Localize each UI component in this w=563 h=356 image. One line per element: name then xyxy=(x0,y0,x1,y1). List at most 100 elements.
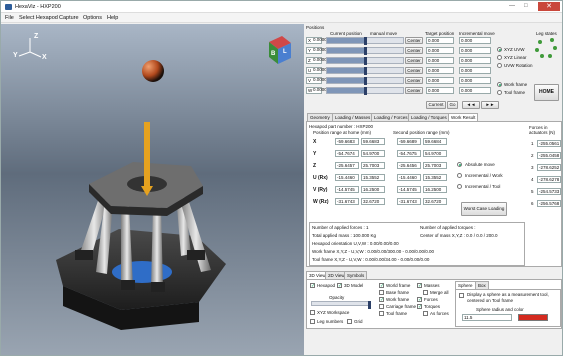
view-checkbox[interactable]: ✓ xyxy=(417,304,422,310)
tab-work-result[interactable]: Work Result xyxy=(448,113,479,121)
incremental-tool-label: Incremental / Tool xyxy=(465,184,501,189)
center-button[interactable]: Center xyxy=(405,57,423,64)
forces-title: Forces in actuators (N) xyxy=(529,125,556,135)
range2-min: -15.4460 xyxy=(397,174,421,181)
manual-move-slider[interactable] xyxy=(326,37,404,45)
sphere-color-swatch[interactable] xyxy=(518,314,548,321)
target-input[interactable]: 0.000 xyxy=(426,67,454,74)
manual-move-slider[interactable] xyxy=(326,67,404,75)
work-frame-radio[interactable] xyxy=(497,82,502,87)
view-checkbox[interactable]: ✓ xyxy=(417,297,422,303)
display-sphere-checkbox[interactable] xyxy=(459,293,464,298)
center-button[interactable]: Center xyxy=(405,37,423,44)
manual-move-slider[interactable] xyxy=(326,87,404,95)
view-checkbox[interactable] xyxy=(379,304,384,309)
total-mass: Total applied mass : 100.000 Kg xyxy=(312,233,377,238)
second-range-title: Second position range (mm) xyxy=(393,130,450,135)
view-checkbox[interactable]: ✓ xyxy=(310,283,315,289)
incremental-input[interactable]: 0.000 xyxy=(459,77,491,84)
view-checkbox[interactable] xyxy=(310,319,315,324)
app-window: HexaViz - HXP200 — □ ✕ File Select Hexap… xyxy=(0,0,563,356)
mode-uvw-rotation-radio[interactable] xyxy=(497,63,502,68)
current-value: 0.0000 xyxy=(313,77,327,82)
view-checkbox[interactable] xyxy=(347,319,352,324)
tab-geometry[interactable]: Geometry xyxy=(307,113,333,121)
cube-label-b: B xyxy=(271,51,276,57)
incremental-work-radio[interactable] xyxy=(457,173,462,178)
incremental-input[interactable]: 0.000 xyxy=(459,87,491,94)
incremental-input[interactable]: 0.000 xyxy=(459,67,491,74)
step-back-button[interactable]: ◄◄ xyxy=(462,101,480,109)
maximize-button[interactable]: □ xyxy=(524,3,528,10)
mode-xyz-linear-radio[interactable] xyxy=(497,55,502,60)
view-checkbox[interactable] xyxy=(423,290,428,295)
go-button[interactable]: Go xyxy=(447,101,458,109)
work-frame-values: Work frame X,Y,Z - U,V,W : 0.00/0.00/300… xyxy=(312,249,434,254)
menu-options[interactable]: Options xyxy=(83,15,102,21)
target-input[interactable]: 0.000 xyxy=(426,87,454,94)
mode-xyzuvw-radio[interactable] xyxy=(497,47,502,52)
force-index: 5 xyxy=(531,189,534,194)
axis-z-label: Z xyxy=(34,33,39,40)
incremental-input[interactable]: 0.000 xyxy=(459,37,491,44)
menu-file[interactable]: File xyxy=(5,15,14,21)
orientation-cube-icon[interactable] xyxy=(269,36,291,64)
center-button[interactable]: Center xyxy=(405,67,423,74)
close-button[interactable]: ✕ xyxy=(538,2,560,11)
minimize-button[interactable]: — xyxy=(509,3,515,10)
force-value: -255.0561 xyxy=(537,140,561,147)
target-input[interactable]: 0.000 xyxy=(426,37,454,44)
worst-case-loading-button[interactable]: Worst Case Loading xyxy=(461,202,507,216)
menu-capture[interactable]: Capture xyxy=(59,15,79,21)
absolute-move-radio[interactable] xyxy=(457,162,462,167)
tab-box[interactable]: Box xyxy=(475,281,489,289)
manual-move-slider[interactable] xyxy=(326,77,404,85)
view-checkbox[interactable]: ✓ xyxy=(337,283,342,289)
tab-loading-masses[interactable]: Loading / Masses xyxy=(332,113,374,121)
tool-frame-radio[interactable] xyxy=(497,90,502,95)
view-checkbox[interactable] xyxy=(379,290,384,295)
tool-frame-label: Tool frame xyxy=(504,90,526,95)
range-max: 59.6683 xyxy=(361,138,385,145)
force-value: -256.5768 xyxy=(537,200,561,207)
incremental-input[interactable]: 0.000 xyxy=(459,47,491,54)
current-value: 0.0000 xyxy=(313,67,327,72)
menu-help[interactable]: Help xyxy=(107,15,118,21)
home-button[interactable]: HOME xyxy=(534,84,559,101)
opacity-label: Opacity xyxy=(329,295,345,300)
view-checkbox[interactable]: ✓ xyxy=(379,283,384,289)
target-input[interactable]: 0.000 xyxy=(426,77,454,84)
incremental-move-header: Incremental move xyxy=(459,31,495,36)
view-checkbox[interactable]: ✓ xyxy=(379,297,384,303)
center-button[interactable]: Center xyxy=(405,47,423,54)
tab-symbols[interactable]: Symbols xyxy=(344,271,368,279)
view-checkbox[interactable] xyxy=(423,311,428,316)
tab-sphere[interactable]: Sphere xyxy=(455,281,476,289)
sphere-radius-input[interactable]: 11.5 xyxy=(462,314,512,321)
manual-move-slider[interactable] xyxy=(326,57,404,65)
mode-xyz-linear-label: XYZ Linear xyxy=(504,55,527,60)
menu-select-hexapod[interactable]: Select Hexapod xyxy=(19,15,58,21)
incremental-input[interactable]: 0.000 xyxy=(459,57,491,64)
manual-move-slider[interactable] xyxy=(326,47,404,55)
display-sphere-label: Display a sphere as a measurement tool, … xyxy=(467,292,549,303)
target-input[interactable]: 0.000 xyxy=(426,57,454,64)
range-min: -25.6457 xyxy=(335,162,359,169)
range-min: -31.6743 xyxy=(335,198,359,205)
target-input[interactable]: 0.000 xyxy=(426,47,454,54)
center-button[interactable]: Center xyxy=(405,87,423,94)
3d-viewport[interactable]: Z Y X B L xyxy=(1,24,304,355)
step-forward-button[interactable]: ►► xyxy=(481,101,499,109)
current-value: 0.0000 xyxy=(313,87,327,92)
view-checkbox[interactable] xyxy=(379,311,384,316)
tab-loading-forces[interactable]: Loading / Forces xyxy=(371,113,411,121)
center-button[interactable]: Center xyxy=(405,77,423,84)
opacity-slider[interactable] xyxy=(311,301,371,309)
view-checkbox[interactable] xyxy=(310,310,315,315)
range2-max: 59.6684 xyxy=(423,138,447,145)
incremental-tool-radio[interactable] xyxy=(457,184,462,189)
view-checkbox[interactable]: ✓ xyxy=(417,283,422,289)
current-button[interactable]: Current xyxy=(426,101,446,109)
tab-loading-torques[interactable]: Loading / Torques xyxy=(408,113,450,121)
axis-y-label: Y xyxy=(13,52,18,59)
